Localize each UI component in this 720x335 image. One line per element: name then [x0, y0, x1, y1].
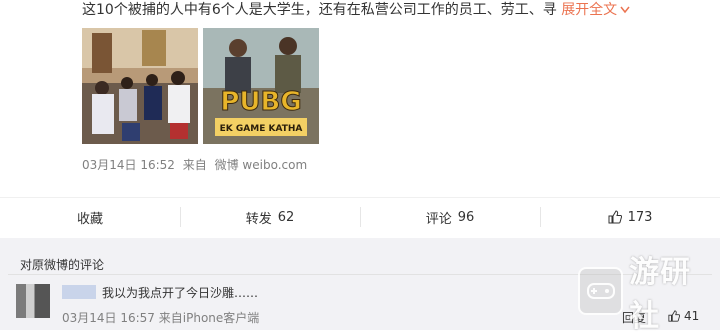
comment-meta: 03月14日 16:57 来自iPhone客户端 [62, 309, 259, 326]
avatar[interactable] [16, 284, 50, 318]
post-date[interactable]: 03月14日 16:52 [82, 158, 175, 172]
post-action-bar: 收藏 转发 62 评论 96 173 [0, 197, 720, 236]
expand-full-text-link[interactable]: 展开全文 [561, 2, 630, 18]
like-button[interactable]: 173 [540, 198, 720, 236]
commenter-name-redacted[interactable] [62, 285, 96, 299]
watermark: 游研社 [578, 255, 716, 334]
post-source[interactable]: 微博 weibo.com [215, 158, 308, 172]
post-image-group-photo[interactable] [82, 28, 198, 144]
favorite-label: 收藏 [76, 211, 103, 227]
repost-button[interactable]: 转发 62 [180, 198, 360, 236]
like-count: 173 [627, 209, 653, 225]
post-source-prefix: 来自 [182, 158, 207, 172]
repost-count: 62 [277, 209, 295, 225]
comment-button[interactable]: 评论 96 [360, 198, 540, 236]
post-text: 这10个被捕的人中有6个人是大学生，还有在私营公司工作的员工、劳工、寻 展开全文 [82, 0, 712, 20]
post-meta: 03月14日 16:52 来自 微博 weibo.com [82, 156, 311, 173]
watermark-text: 游研社 [629, 255, 692, 334]
chevron-down-icon [620, 6, 630, 14]
comment-date: 03月14日 16:57 [62, 311, 155, 325]
post-body: 这10个被捕的人中有6个人是大学生，还有在私营公司工作的员工、劳工、寻 [82, 2, 557, 18]
comment-count: 96 [457, 209, 475, 225]
pubg-logo-text: PUBG [220, 87, 301, 117]
thumbs-up-icon [608, 210, 622, 224]
comment-label: 评论 [425, 211, 452, 227]
comment-text: 我以为我点开了今日沙雕…… [102, 286, 259, 300]
repost-label: 转发 [245, 211, 272, 227]
favorite-button[interactable]: 收藏 [0, 198, 180, 236]
poster-subtitle: EK GAME KATHA [220, 124, 303, 134]
post-image-pubg-poster[interactable]: PUBG EK GAME KATHA [203, 28, 319, 144]
gamepad-icon [578, 267, 624, 315]
comment-source: 来自iPhone客户端 [158, 311, 260, 325]
weibo-post: 这10个被捕的人中有6个人是大学生，还有在私营公司工作的员工、劳工、寻 展开全文 [0, 0, 720, 238]
comment-section-header: 对原微博的评论 [20, 258, 105, 272]
